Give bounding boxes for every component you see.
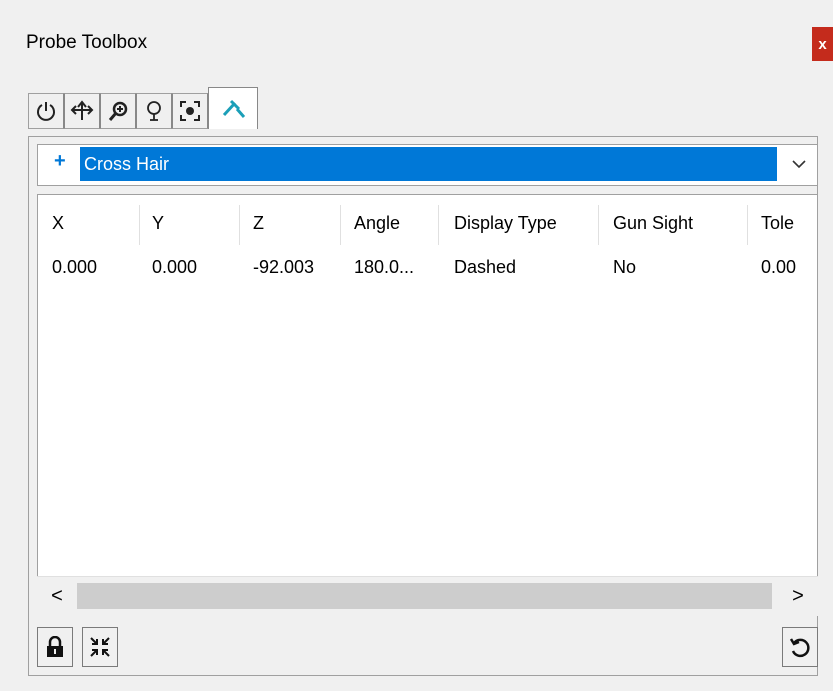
crosshair-plus-icon: + <box>54 150 66 172</box>
column-divider[interactable] <box>438 205 439 245</box>
refresh-button[interactable] <box>782 627 818 667</box>
probe-table: X Y Z Angle Display Type Gun Sight Tole … <box>37 194 818 616</box>
scrollbar-thumb[interactable] <box>77 583 772 609</box>
tab-zoom[interactable] <box>100 93 136 129</box>
cell-z: -92.003 <box>253 257 315 277</box>
probe-toolbox-window: Probe Toolbox x + Cross Hair X Y Z Angle… <box>0 0 833 691</box>
probe-type-value: Cross Hair <box>80 147 777 181</box>
tab-move[interactable] <box>64 93 100 129</box>
probe-tool-icon <box>222 99 246 118</box>
close-button[interactable]: x <box>812 27 833 61</box>
column-header-x[interactable]: X <box>52 213 64 234</box>
tab-light[interactable] <box>136 93 172 129</box>
tab-probe-tool[interactable] <box>208 87 258 129</box>
cell-gun-sight: No <box>613 257 637 277</box>
focus-target-icon <box>180 101 200 121</box>
cell-x: 0.000 <box>52 257 98 277</box>
tool-tabstrip <box>28 87 258 129</box>
table-row[interactable]: 0.000 0.000 -92.003 180.0... Dashed No 0… <box>38 249 817 289</box>
collapse-button[interactable] <box>82 627 118 667</box>
scroll-left-arrow[interactable]: < <box>45 583 69 609</box>
column-header-gun-sight[interactable]: Gun Sight <box>613 213 693 234</box>
refresh-icon <box>789 638 810 658</box>
power-icon <box>37 102 55 121</box>
column-divider[interactable] <box>239 205 240 245</box>
zoom-icon <box>108 101 128 121</box>
column-divider[interactable] <box>747 205 748 245</box>
lightbulb-icon <box>147 101 161 121</box>
move-arrows-icon <box>70 100 94 120</box>
tab-power[interactable] <box>28 93 64 129</box>
column-header-angle[interactable]: Angle <box>354 213 400 234</box>
cell-y: 0.000 <box>152 257 198 277</box>
lock-icon <box>47 636 63 657</box>
chevron-down-icon[interactable] <box>787 151 811 177</box>
table-header: X Y Z Angle Display Type Gun Sight Tole <box>38 205 817 245</box>
cell-angle: 180.0... <box>354 257 415 277</box>
column-divider[interactable] <box>598 205 599 245</box>
scroll-right-arrow[interactable]: > <box>786 583 810 609</box>
cell-display-type: Dashed <box>454 257 517 277</box>
horizontal-scrollbar[interactable]: < > <box>37 576 818 616</box>
column-header-tolerance[interactable]: Tole <box>761 213 794 234</box>
column-header-display-type[interactable]: Display Type <box>454 213 557 234</box>
tab-focus[interactable] <box>172 93 208 129</box>
collapse-arrows-icon <box>90 637 110 657</box>
column-header-y[interactable]: Y <box>152 213 164 234</box>
column-divider[interactable] <box>340 205 341 245</box>
column-header-z[interactable]: Z <box>253 213 264 234</box>
window-title: Probe Toolbox <box>26 32 148 53</box>
lock-button[interactable] <box>37 627 73 667</box>
probe-type-select[interactable]: + Cross Hair <box>37 144 818 186</box>
cell-tolerance: 0.00 <box>761 257 797 277</box>
column-divider[interactable] <box>139 205 140 245</box>
